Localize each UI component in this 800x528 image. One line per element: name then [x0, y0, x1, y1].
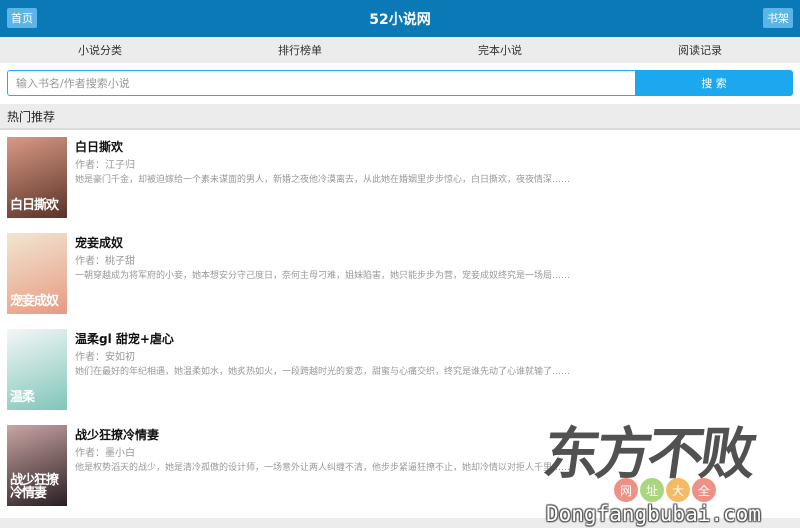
book-item[interactable]: 白日撕欢 白日撕欢 作者：江子归 她是豪门千金，却被迫嫁给一个素未谋面的男人，新… [0, 130, 800, 226]
search-button[interactable]: 搜 索 [635, 70, 793, 96]
cover-title: 战少狂撩冷情妻 [10, 473, 59, 501]
nav-item-completed[interactable]: 完本小说 [400, 37, 600, 63]
watermark-badges: 网 址 大 全 [614, 478, 716, 502]
watermark-url: Dongfangbubai.com [546, 502, 761, 526]
home-button[interactable]: 首页 [7, 8, 37, 28]
book-description: 她是豪门千金，却被迫嫁给一个素未谋面的男人，新婚之夜他冷漠离去，从此她在婚姻里步… [75, 175, 571, 185]
nav-item-categories[interactable]: 小说分类 [0, 37, 200, 63]
watermark: 东方不败 网 址 大 全 Dongfangbubai.com [518, 421, 800, 528]
main-nav: 小说分类 排行榜单 完本小说 阅读记录 [0, 37, 800, 63]
section-title: 热门推荐 [0, 104, 800, 130]
book-title[interactable]: 宠妾成奴 [75, 234, 123, 251]
book-cover[interactable]: 白日撕欢 [7, 137, 67, 218]
book-cover[interactable]: 温柔 [7, 329, 67, 410]
book-description: 一朝穿越成为将军府的小妾，她本想安分守己度日，奈何主母刁难，姐妹陷害，她只能步步… [75, 271, 571, 281]
search-input[interactable] [7, 70, 635, 96]
book-author: 作者：江子归 [75, 160, 135, 171]
cover-title: 白日撕欢 [10, 198, 59, 213]
book-author: 作者：安如初 [75, 352, 135, 363]
watermark-badge: 网 [614, 478, 638, 502]
book-cover[interactable]: 战少狂撩冷情妻 [7, 425, 67, 506]
watermark-badge: 全 [692, 478, 716, 502]
site-title: 52小说网 [369, 11, 431, 28]
top-header: 首页 52小说网 书架 [0, 0, 800, 37]
watermark-badge: 址 [640, 478, 664, 502]
bookshelf-button[interactable]: 书架 [763, 8, 793, 28]
book-cover[interactable]: 宠妾成奴 [7, 233, 67, 314]
book-author: 作者：墨小白 [75, 448, 135, 459]
watermark-logo: 东方不败 [539, 421, 757, 487]
book-title[interactable]: 白日撕欢 [75, 138, 123, 155]
book-title[interactable]: 战少狂撩冷情妻 [75, 426, 159, 443]
cover-title: 宠妾成奴 [10, 294, 59, 309]
cover-title: 温柔 [10, 390, 35, 405]
book-item[interactable]: 温柔 温柔gl 甜宠+虐心 作者：安如初 她们在最好的年纪相遇，她温柔如水，她炙… [0, 322, 800, 418]
book-description: 她们在最好的年纪相遇，她温柔如水，她炙热如火，一段跨越时光的爱恋，甜蜜与心痛交织… [75, 367, 571, 377]
book-item[interactable]: 宠妾成奴 宠妾成奴 作者：桃子甜 一朝穿越成为将军府的小妾，她本想安分守己度日，… [0, 226, 800, 322]
watermark-badge: 大 [666, 478, 690, 502]
nav-item-rankings[interactable]: 排行榜单 [200, 37, 400, 63]
book-author: 作者：桃子甜 [75, 256, 135, 267]
nav-item-history[interactable]: 阅读记录 [600, 37, 800, 63]
search-bar: 搜 索 [7, 70, 793, 96]
book-title[interactable]: 温柔gl 甜宠+虐心 [75, 330, 174, 347]
